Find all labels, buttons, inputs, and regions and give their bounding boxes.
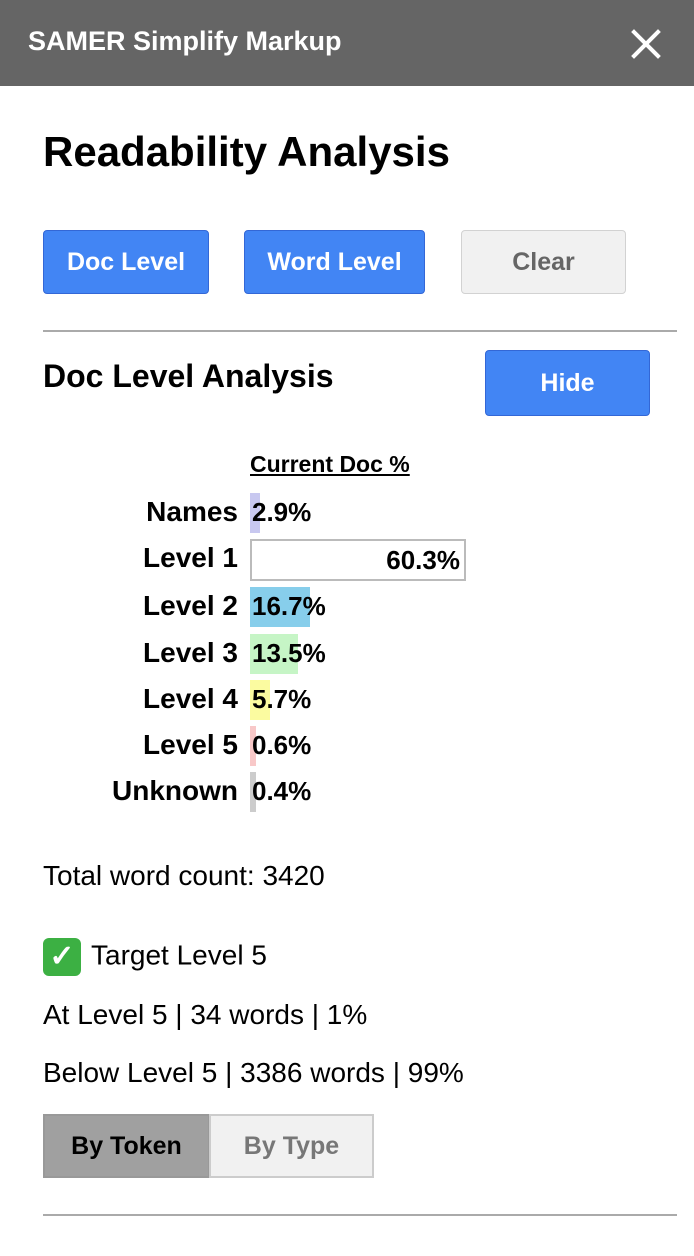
level-label: Level 3 bbox=[143, 637, 238, 668]
level-row: Level 1 60.3% bbox=[0, 539, 694, 581]
level-percent: 60.3% bbox=[386, 545, 460, 575]
level-percent: 5.7% bbox=[252, 684, 312, 714]
level-row: Level 5 0.6% bbox=[0, 726, 694, 768]
section-divider bbox=[43, 330, 677, 332]
level-row: Unknown 0.4% bbox=[0, 772, 694, 814]
level-row: Names 2.9% bbox=[0, 493, 694, 535]
target-level-text: Target Level 5 bbox=[91, 939, 267, 971]
at-level-stats: At Level 5 | 34 words | 1% bbox=[43, 999, 368, 1030]
page-title: Readability Analysis bbox=[43, 128, 450, 175]
level-row: Level 4 5.7% bbox=[0, 680, 694, 722]
word-level-button[interactable]: Word Level bbox=[244, 230, 425, 294]
total-word-count: Total word count: 3420 bbox=[43, 860, 325, 891]
level-percent: 2.9% bbox=[252, 497, 312, 527]
target-level-line: ✓ Target Level 5 bbox=[43, 938, 267, 976]
level-percent: 0.4% bbox=[252, 776, 312, 806]
close-icon[interactable] bbox=[628, 26, 664, 62]
title-bar: SAMER Simplify Markup bbox=[0, 0, 694, 86]
level-label: Unknown bbox=[112, 775, 238, 806]
level-percent: 0.6% bbox=[252, 730, 312, 760]
level-row: Level 3 13.5% bbox=[0, 634, 694, 676]
level-label: Names bbox=[146, 496, 238, 527]
by-type-toggle[interactable]: By Type bbox=[209, 1114, 374, 1178]
level-label: Level 4 bbox=[143, 683, 238, 714]
window-title: SAMER Simplify Markup bbox=[28, 26, 342, 56]
level-row: Level 2 16.7% bbox=[0, 587, 694, 629]
hide-button[interactable]: Hide bbox=[485, 350, 650, 416]
section-title: Doc Level Analysis bbox=[43, 358, 334, 394]
level-label: Level 5 bbox=[143, 729, 238, 760]
below-level-stats: Below Level 5 | 3386 words | 99% bbox=[43, 1057, 464, 1088]
level-percent: 16.7% bbox=[252, 591, 326, 621]
column-header: Current Doc % bbox=[250, 451, 410, 477]
level-label: Level 2 bbox=[143, 590, 238, 621]
by-token-toggle[interactable]: By Token bbox=[43, 1114, 210, 1178]
clear-button[interactable]: Clear bbox=[461, 230, 626, 294]
level-bar: 60.3% bbox=[250, 539, 466, 581]
doc-level-button[interactable]: Doc Level bbox=[43, 230, 209, 294]
check-mark-icon: ✓ bbox=[43, 938, 81, 976]
level-percent: 13.5% bbox=[252, 638, 326, 668]
bottom-divider bbox=[43, 1214, 677, 1216]
level-label: Level 1 bbox=[143, 542, 238, 573]
